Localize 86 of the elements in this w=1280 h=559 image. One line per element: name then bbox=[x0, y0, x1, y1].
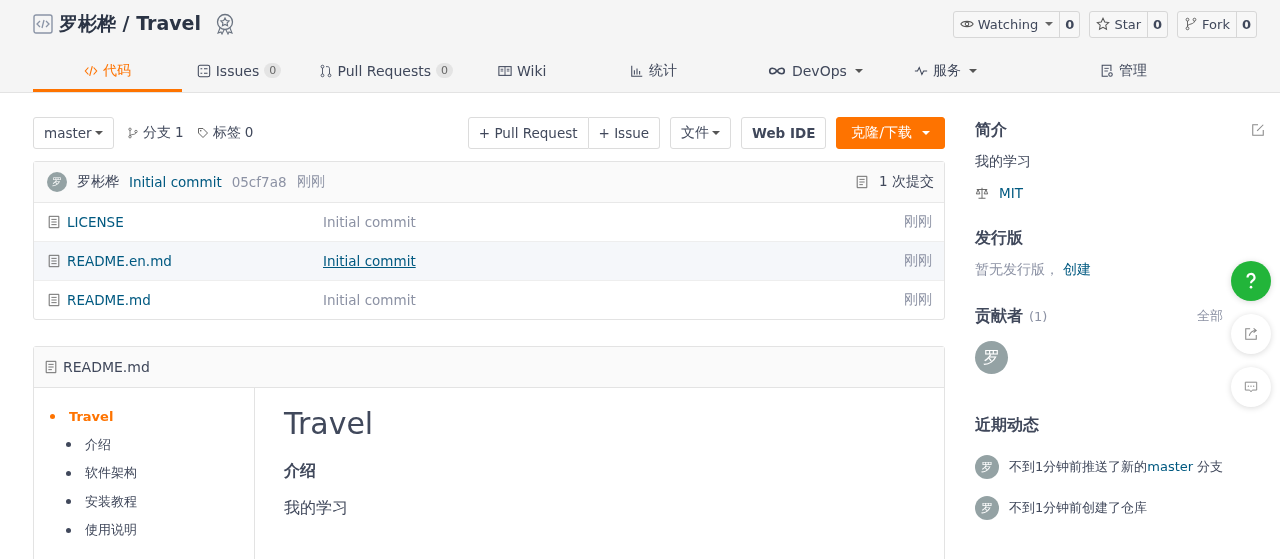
nav-tab[interactable]: 服务 bbox=[891, 52, 1001, 92]
nav-tab[interactable]: DevOps bbox=[738, 52, 892, 92]
toc-item[interactable]: 软件架构 bbox=[50, 459, 254, 488]
chat-button[interactable] bbox=[1231, 367, 1271, 407]
tag-icon bbox=[196, 127, 209, 139]
file-time: 刚刚 bbox=[904, 291, 932, 309]
document-icon bbox=[855, 175, 870, 189]
share-button[interactable] bbox=[1231, 314, 1271, 354]
file-commit-message[interactable]: Initial commit bbox=[323, 253, 416, 269]
chat-icon bbox=[1244, 380, 1258, 394]
nav-tab[interactable]: Wiki bbox=[475, 52, 570, 92]
license-link[interactable]: MIT bbox=[999, 185, 1023, 201]
count-badge: 0 bbox=[436, 63, 453, 78]
file-time: 刚刚 bbox=[904, 252, 932, 270]
readme-heading: Travel bbox=[284, 406, 374, 441]
code-icon bbox=[83, 63, 98, 78]
caret-icon bbox=[94, 131, 103, 135]
tags-link[interactable]: 标签 0 bbox=[196, 124, 254, 142]
repo-action-button[interactable]: Star 0 bbox=[1089, 10, 1169, 38]
nav-tab[interactable]: 统计 bbox=[569, 52, 739, 92]
avatar: 罗 bbox=[47, 172, 67, 192]
new-pull-request-button[interactable]: + Pull Request bbox=[467, 117, 589, 149]
count-badge: 0 bbox=[264, 63, 282, 78]
file-icon bbox=[47, 254, 61, 268]
intro-text: 我的学习 bbox=[975, 153, 1032, 171]
repo-title[interactable]: 罗彬桦 / Travel bbox=[59, 11, 202, 37]
commit-message[interactable]: Initial commit bbox=[129, 174, 222, 190]
section-title: 简介 bbox=[975, 119, 1007, 141]
file-name[interactable]: README.en.md bbox=[67, 253, 172, 269]
file-row[interactable]: LICENSE Initial commit 刚刚 bbox=[34, 203, 944, 241]
branches-link[interactable]: 分支 1 bbox=[126, 124, 184, 142]
nav-tab[interactable]: Pull Requests 0 bbox=[296, 52, 476, 92]
checklist-icon bbox=[196, 63, 211, 78]
repo-action-button[interactable]: Fork 0 bbox=[1177, 10, 1257, 38]
nav-tab[interactable]: Issues 0 bbox=[181, 52, 297, 92]
star-icon bbox=[1096, 17, 1111, 31]
commit-author[interactable]: 罗彬桦 bbox=[77, 173, 119, 191]
bar-chart-icon bbox=[630, 63, 645, 78]
document-gear-icon bbox=[1100, 63, 1115, 78]
readme-title: README.md bbox=[63, 359, 150, 375]
branch-select[interactable]: master bbox=[33, 117, 114, 149]
create-release-link[interactable]: 创建 bbox=[1063, 261, 1092, 277]
readme-text: 我的学习 bbox=[284, 498, 349, 519]
file-menu-button[interactable]: 文件 bbox=[670, 117, 732, 149]
toc-item[interactable]: 安装教程 bbox=[50, 487, 254, 516]
code-repo-icon bbox=[33, 14, 53, 34]
document-icon bbox=[44, 360, 58, 374]
question-icon bbox=[1244, 272, 1258, 290]
section-title: 发行版 bbox=[975, 227, 1023, 249]
badge-icon bbox=[215, 13, 236, 35]
branch-icon bbox=[126, 127, 139, 139]
nav-tab[interactable]: 管理 bbox=[1000, 52, 1247, 92]
file-row[interactable]: README.en.md Initial commit 刚刚 bbox=[34, 241, 944, 280]
scale-icon bbox=[975, 186, 989, 200]
repo-action-button[interactable]: Watching 0 bbox=[952, 10, 1081, 38]
book-icon bbox=[498, 63, 513, 78]
readme-subheading: 介绍 bbox=[284, 461, 317, 482]
contributor-count: (1) bbox=[1029, 308, 1048, 324]
file-time: 刚刚 bbox=[904, 213, 932, 231]
file-icon bbox=[47, 215, 61, 229]
section-title: 近期动态 bbox=[975, 414, 1039, 436]
file-name[interactable]: LICENSE bbox=[67, 214, 124, 230]
commit-time: 刚刚 bbox=[296, 173, 325, 191]
toc-item[interactable]: 介绍 bbox=[50, 430, 254, 459]
section-title: 贡献者 bbox=[975, 305, 1023, 327]
web-ide-button[interactable]: Web IDE bbox=[741, 117, 827, 149]
caret-icon bbox=[712, 131, 721, 135]
file-icon bbox=[47, 293, 61, 307]
pull-request-icon bbox=[318, 63, 333, 78]
help-button[interactable] bbox=[1231, 261, 1271, 301]
file-row[interactable]: README.md Initial commit 刚刚 bbox=[34, 280, 944, 319]
caret-icon bbox=[922, 131, 930, 135]
branch-link[interactable]: master bbox=[1147, 459, 1194, 474]
edit-icon[interactable] bbox=[1251, 123, 1265, 137]
new-issue-button[interactable]: + Issue bbox=[588, 117, 661, 149]
empty-releases-text: 暂无发行版， bbox=[975, 261, 1059, 277]
activity-text: 不到1分钟前创建了仓库 bbox=[1009, 499, 1148, 517]
file-name[interactable]: README.md bbox=[67, 292, 151, 308]
pulse-icon bbox=[914, 63, 929, 78]
share-icon bbox=[1244, 327, 1258, 341]
avatar: 罗 bbox=[975, 496, 999, 520]
activity-text: 不到1分钟前推送了新的master 分支 bbox=[1009, 458, 1224, 476]
commit-count[interactable]: 1 次提交 bbox=[879, 173, 934, 191]
toc-item[interactable]: 使用说明 bbox=[50, 516, 254, 545]
avatar: 罗 bbox=[975, 455, 999, 479]
fork-icon bbox=[1184, 17, 1199, 31]
